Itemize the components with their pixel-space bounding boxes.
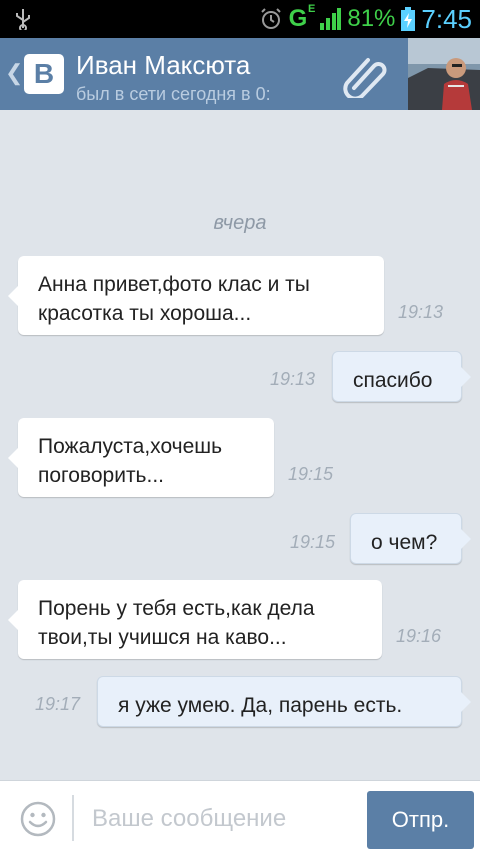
- emoji-smile-icon[interactable]: [20, 801, 56, 837]
- clock: 7:45: [421, 3, 472, 34]
- message-time: 19:17: [35, 694, 81, 714]
- last-seen-status: был в сети сегодня в 0:: [76, 84, 271, 104]
- vk-logo[interactable]: В: [24, 54, 64, 94]
- message-time: 19:16: [396, 626, 442, 646]
- contact-name: Иван Максюта: [76, 50, 251, 80]
- message-bubble-outgoing[interactable]: спасибо: [332, 351, 471, 402]
- message-text: Порень у тебя есть,как дела твои,ты учиш…: [38, 597, 315, 649]
- message-bubble-outgoing[interactable]: я уже умею. Да, парень есть.: [97, 676, 471, 727]
- message-bubble-outgoing[interactable]: о чем?: [350, 513, 471, 564]
- message-bubble-incoming[interactable]: Порень у тебя есть,как дела твои,ты учиш…: [8, 580, 382, 659]
- message-text: о чем?: [371, 531, 438, 554]
- message-time: 19:13: [270, 369, 316, 389]
- message-time: 19:15: [288, 464, 334, 484]
- message-text: я уже умею. Да, парень есть.: [118, 694, 403, 717]
- message-composer: Отпр.: [0, 780, 480, 855]
- contact-avatar[interactable]: [408, 38, 480, 110]
- message-bubble-incoming[interactable]: Пожалуста,хочешь поговорить...: [8, 418, 274, 497]
- composer-divider: [72, 795, 74, 841]
- status-bar: GE 81% 7:45: [0, 0, 480, 38]
- battery-charging-icon: [401, 7, 416, 31]
- message-text: Анна привет,фото клас и ты красотка ты х…: [38, 273, 310, 325]
- back-chevron-icon[interactable]: ❮: [5, 60, 23, 86]
- date-separator: вчера: [213, 212, 267, 234]
- message-time: 19:15: [290, 532, 336, 552]
- send-button[interactable]: Отпр.: [367, 791, 474, 849]
- message-text: Пожалуста,хочешь поговорить...: [38, 435, 223, 487]
- signal-icon: [320, 8, 342, 30]
- alarm-clock-icon: [260, 8, 281, 29]
- battery-percent: 81%: [347, 5, 396, 32]
- message-text: спасибо: [353, 369, 433, 392]
- message-input[interactable]: [90, 797, 356, 841]
- attach-paperclip-icon[interactable]: [340, 52, 390, 98]
- message-time: 19:13: [398, 302, 444, 322]
- chat-header: ❮ В Иван Максюта был в сети сегодня в 0:: [0, 38, 480, 110]
- message-bubble-incoming[interactable]: Анна привет,фото клас и ты красотка ты х…: [8, 256, 384, 335]
- usb-icon: [16, 9, 30, 30]
- network-type: GE: [288, 3, 316, 32]
